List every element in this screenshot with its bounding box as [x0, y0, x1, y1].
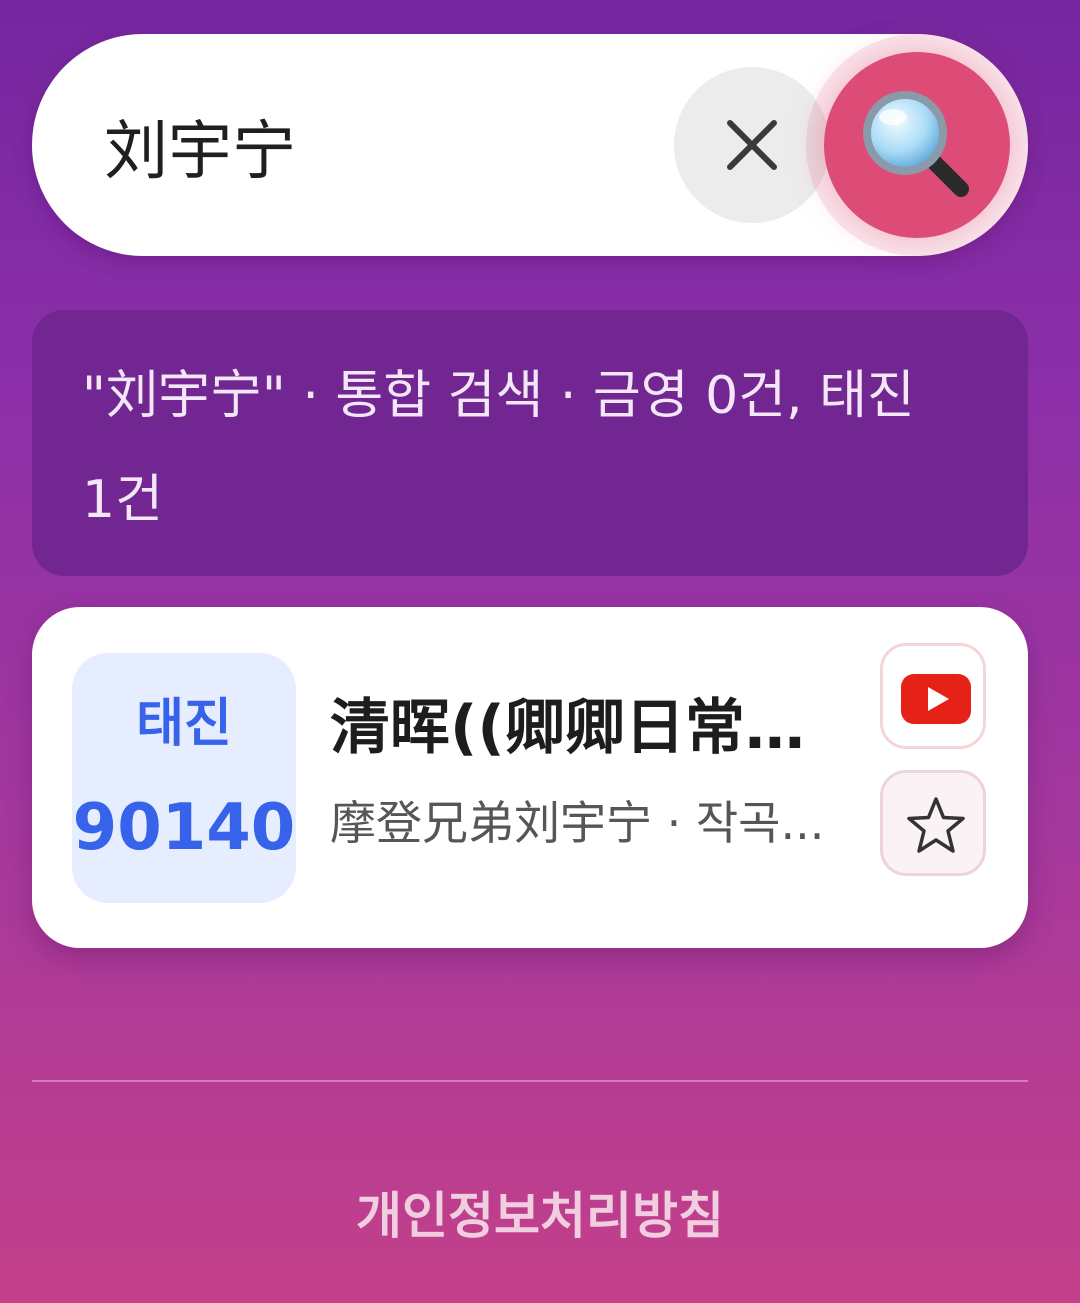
search-input[interactable]	[102, 92, 666, 200]
search-summary-text: "刘宇宁" · 통합 검색 · 금영 0건, 태진 1건	[82, 366, 915, 530]
song-number: 90140	[72, 791, 296, 865]
search-summary: "刘宇宁" · 통합 검색 · 금영 0건, 태진 1건	[32, 310, 1028, 576]
clear-search-button[interactable]	[674, 67, 830, 223]
footer-divider	[32, 1080, 1028, 1082]
youtube-icon	[901, 674, 971, 724]
search-bar	[32, 34, 1028, 256]
result-card[interactable]: 태진 90140 清晖((卿卿日常)... 摩登兄弟刘宇宁 · 작곡...	[32, 607, 1028, 948]
star-icon	[907, 797, 965, 853]
song-subtitle: 摩登兄弟刘宇宁 · 작곡...	[330, 796, 825, 850]
song-title: 清晖((卿卿日常)...	[330, 693, 830, 763]
privacy-policy-link[interactable]: 개인정보처리방침	[0, 1176, 1080, 1248]
close-icon	[727, 120, 777, 170]
brand-label: 태진	[136, 694, 232, 754]
search-button[interactable]	[824, 52, 1010, 238]
favorite-button[interactable]	[880, 770, 986, 876]
magnifier-icon	[863, 91, 969, 197]
youtube-button[interactable]	[880, 643, 986, 749]
song-number-badge: 태진 90140	[72, 653, 296, 903]
